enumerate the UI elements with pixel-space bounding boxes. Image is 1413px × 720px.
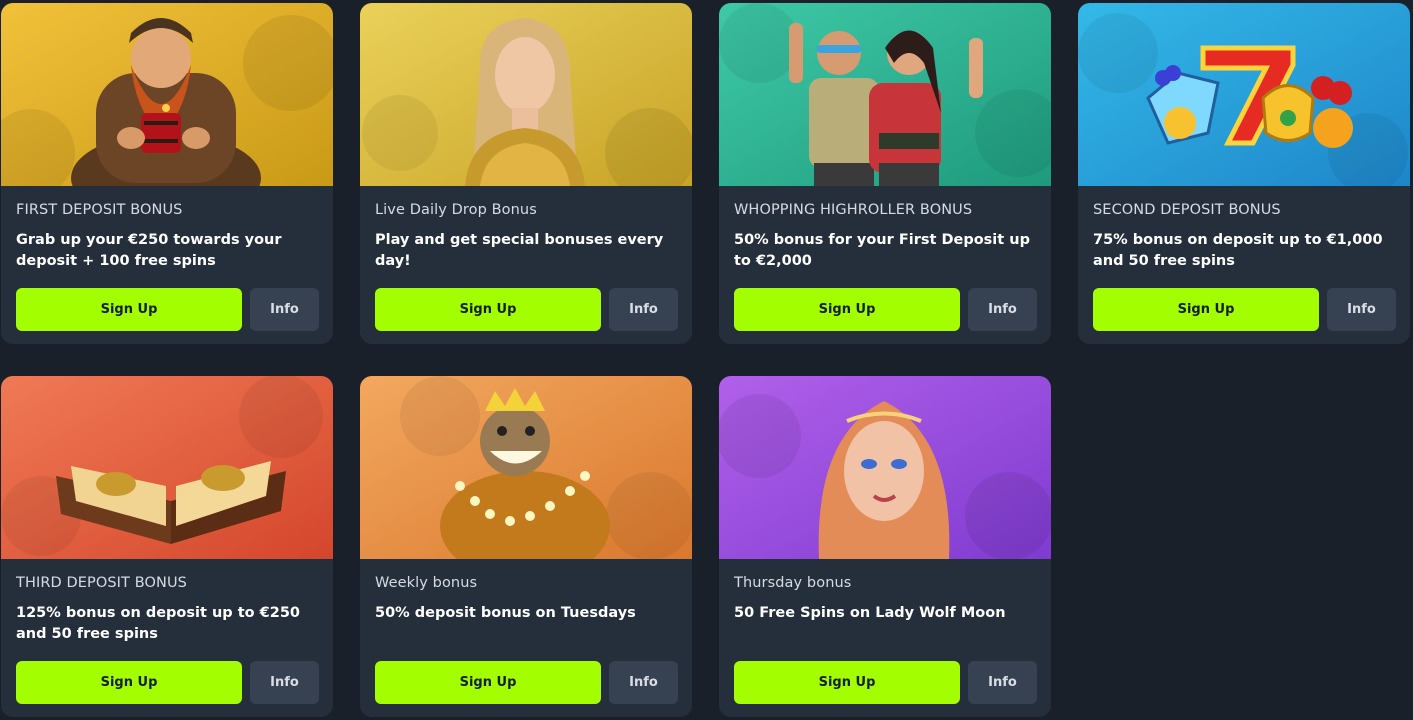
info-button[interactable]: Info (609, 661, 678, 704)
bonus-title: Thursday bonus (734, 575, 852, 591)
info-button[interactable]: Info (1327, 288, 1396, 331)
info-button[interactable]: Info (968, 288, 1037, 331)
sign-up-button[interactable]: Sign Up (1093, 288, 1319, 331)
info-button[interactable]: Info (968, 661, 1037, 704)
bonus-card-image (360, 3, 692, 186)
bonus-description: 75% bonus on deposit up to €1,000 and 50… (1093, 232, 1383, 269)
bonus-description: 50% bonus for your First Deposit up to €… (734, 232, 1030, 269)
bonus-card-image (719, 3, 1051, 186)
info-button[interactable]: Info (250, 661, 319, 704)
bonus-card-image (1, 376, 333, 559)
bonus-card-image (1, 3, 333, 186)
bonus-description: Play and get special bonuses every day! (375, 232, 664, 269)
bonus-title: THIRD DEPOSIT BONUS (16, 575, 187, 591)
bonus-description: 50% deposit bonus on Tuesdays (375, 605, 636, 621)
sign-up-button[interactable]: Sign Up (375, 661, 601, 704)
sign-up-button[interactable]: Sign Up (16, 288, 242, 331)
info-button[interactable]: Info (250, 288, 319, 331)
bonus-description: Grab up your €250 towards your deposit +… (16, 232, 282, 269)
bonus-title: Weekly bonus (375, 575, 478, 591)
bonus-card: Live Daily Drop Bonus Play and get speci… (360, 3, 692, 344)
bonus-card: Thursday bonus 50 Free Spins on Lady Wol… (719, 376, 1051, 717)
info-button[interactable]: Info (609, 288, 678, 331)
bonus-card-image (719, 376, 1051, 559)
bonus-title: FIRST DEPOSIT BONUS (16, 202, 183, 218)
bonus-title: WHOPPING HIGHROLLER BONUS (734, 202, 973, 218)
bonus-card: FIRST DEPOSIT BONUS Grab up your €250 to… (1, 3, 333, 344)
sign-up-button[interactable]: Sign Up (375, 288, 601, 331)
sign-up-button[interactable]: Sign Up (734, 661, 960, 704)
bonus-description: 50 Free Spins on Lady Wolf Moon (734, 605, 1006, 621)
bonus-card-image (1078, 3, 1410, 186)
sign-up-button[interactable]: Sign Up (16, 661, 242, 704)
bonus-description: 125% bonus on deposit up to €250 and 50 … (16, 605, 301, 642)
bonus-card: THIRD DEPOSIT BONUS 125% bonus on deposi… (1, 376, 333, 717)
bonus-card-image (360, 376, 692, 559)
bonus-card: SECOND DEPOSIT BONUS 75% bonus on deposi… (1078, 3, 1410, 344)
sign-up-button[interactable]: Sign Up (734, 288, 960, 331)
bonus-title: Live Daily Drop Bonus (375, 202, 537, 218)
bonus-card: Weekly bonus 50% deposit bonus on Tuesda… (360, 376, 692, 717)
bonus-title: SECOND DEPOSIT BONUS (1093, 202, 1281, 218)
bonus-card: WHOPPING HIGHROLLER BONUS 50% bonus for … (719, 3, 1051, 344)
